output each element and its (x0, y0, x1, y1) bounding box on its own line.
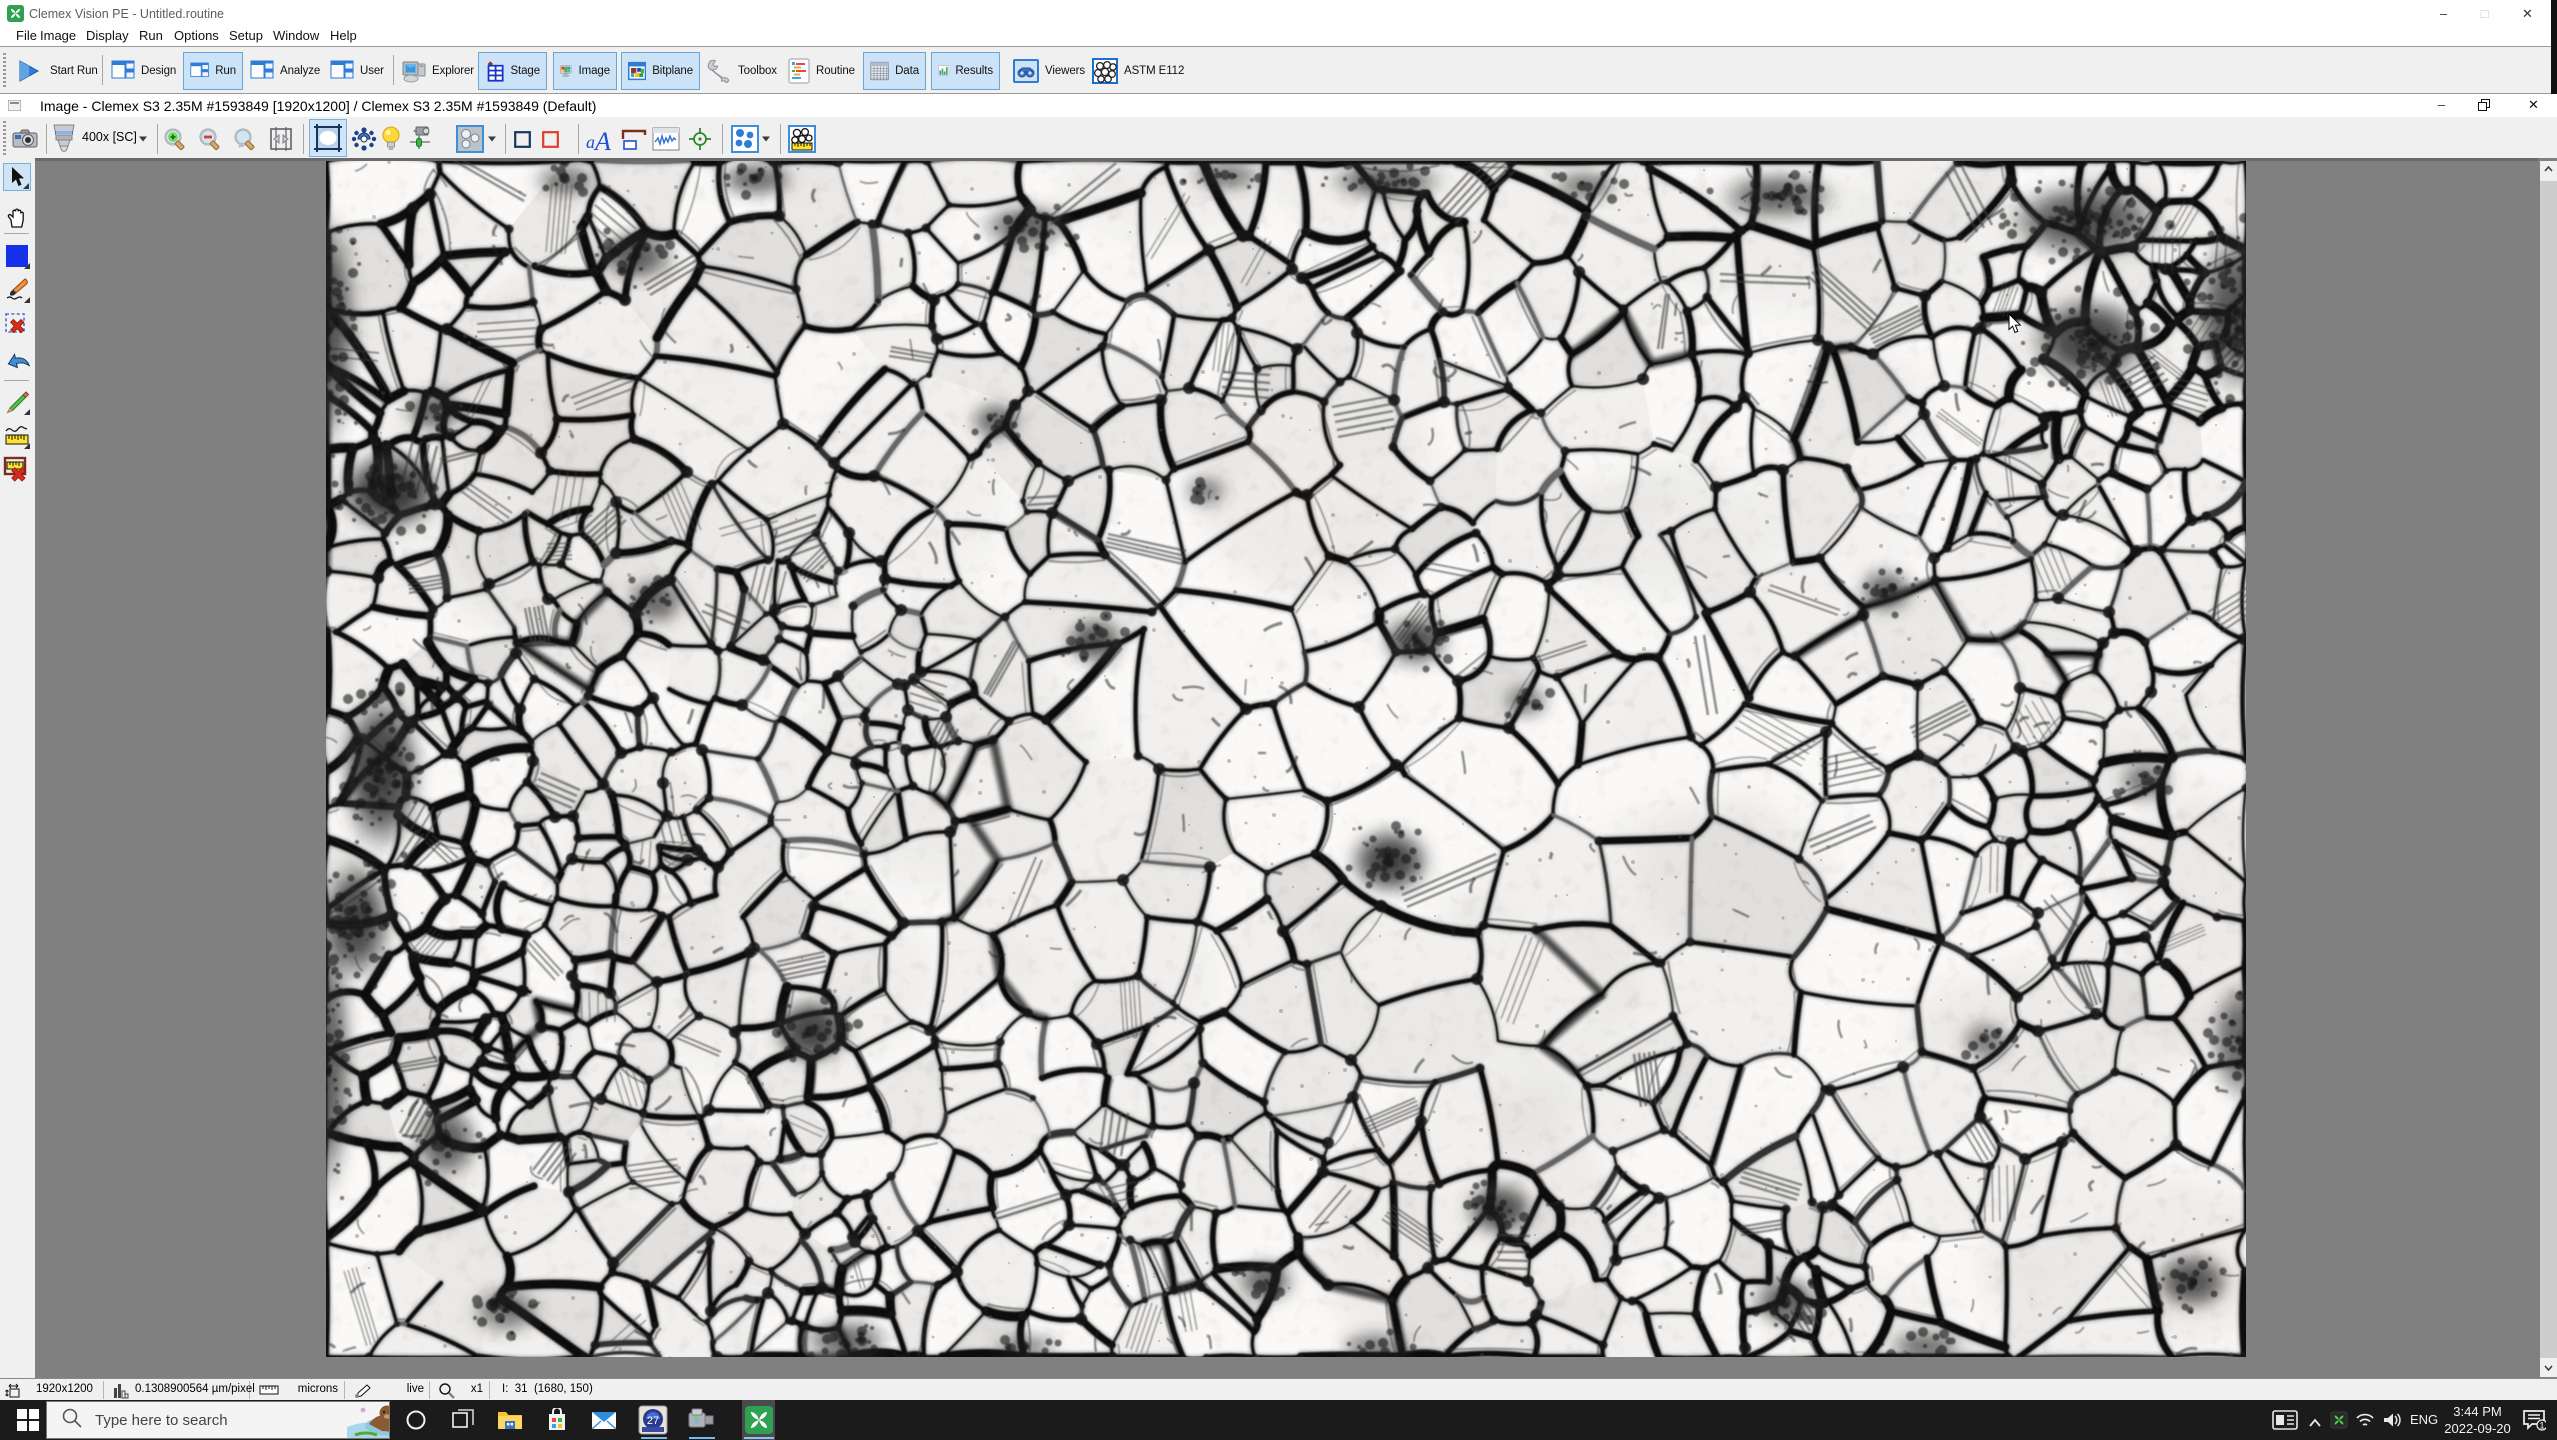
svg-text:1: 1 (2539, 1421, 2544, 1431)
svg-text:27: 27 (647, 1415, 659, 1427)
svg-text:a: a (586, 132, 595, 152)
svg-text:A: A (593, 127, 611, 152)
